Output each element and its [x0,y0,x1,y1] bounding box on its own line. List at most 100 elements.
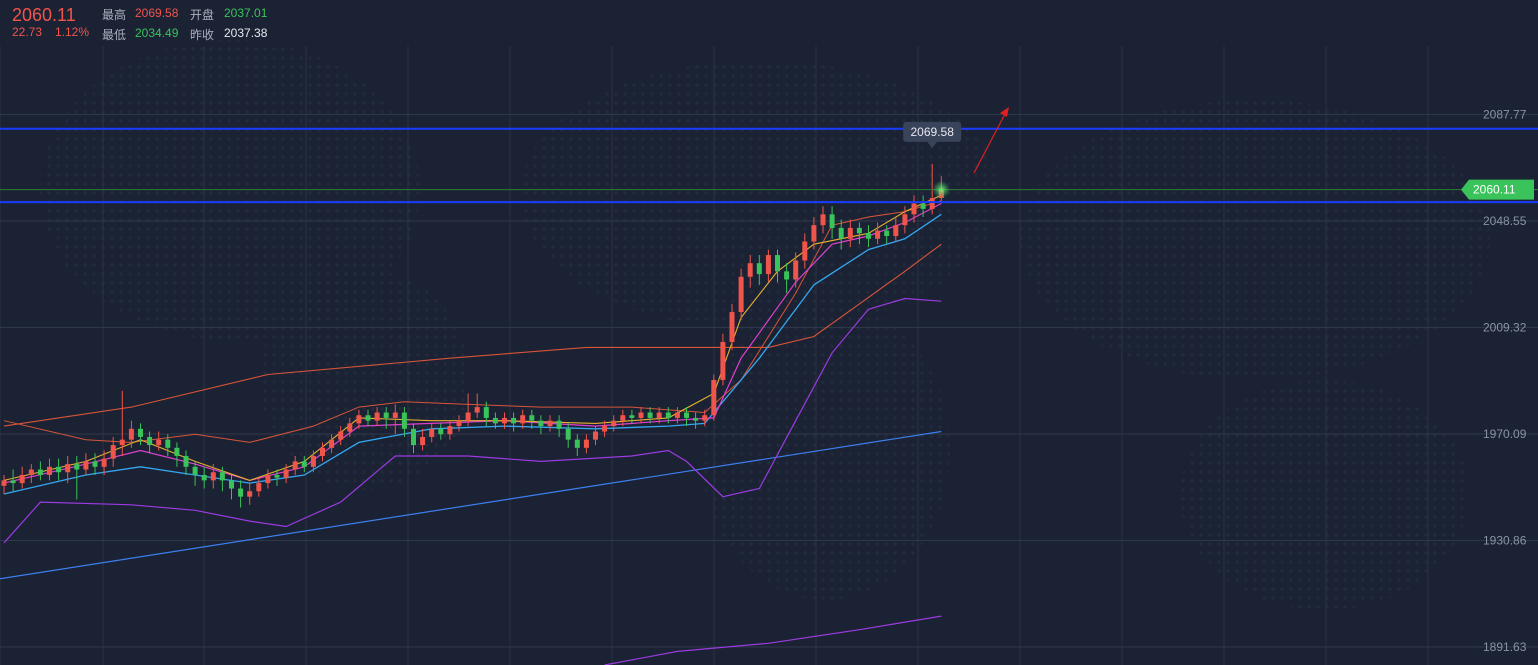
candle-body-88 [793,260,799,280]
high-label: 最高 [102,8,127,22]
candle-body-22 [192,466,198,475]
candle-body-67 [602,426,608,432]
candle-body-38 [338,431,344,440]
candle-body-92 [829,214,835,228]
candle-71 [638,407,644,424]
candle-3 [19,466,25,489]
candle-body-69 [620,415,626,421]
price-axis: 2087.77 2048.55 2009.32 1970.09 1930.86 1891.… [1461,107,1534,654]
map-region-5 [260,270,470,490]
candle-body-28 [247,491,253,497]
candle-29 [256,477,262,497]
candle-body-10 [83,461,89,470]
candle-body-42 [374,412,380,421]
candle-body-40 [356,415,362,424]
candle-body-78 [702,415,708,421]
candle-10 [83,453,89,475]
candle-65 [583,434,589,454]
candle-body-70 [629,415,635,418]
candle-body-75 [674,412,680,418]
price-change-pct: 1.12% [55,25,90,39]
candle-body-80 [720,341,726,380]
candle-body-79 [711,379,717,416]
candle-body-95 [856,227,862,234]
candle-body-94 [847,227,853,239]
candle-body-90 [811,225,817,242]
quote-header: 2060.11 22.73 1.12% 最高 2069.58 开盘 2037.0… [0,0,1538,46]
candle-body-30 [265,474,271,484]
candle-body-18 [156,439,162,446]
candle-70 [629,409,635,424]
candle-61 [547,415,553,432]
candle-body-99 [893,225,899,237]
candle-body-1 [1,480,7,486]
candle-body-27 [238,488,244,497]
candle-body-74 [665,412,671,418]
candle-30 [265,469,271,489]
candle-79 [711,374,717,421]
candle-body-57 [511,417,517,424]
candle-body-37 [329,439,335,448]
candle-body-2 [10,480,16,484]
candle-body-97 [875,230,881,239]
candle-body-55 [492,417,498,424]
candle-body-59 [529,415,535,421]
candle-body-86 [775,255,780,272]
candle-body-72 [647,412,653,418]
candle-body-87 [784,271,790,280]
candle-body-49 [438,428,444,435]
candle-body-7 [56,466,62,473]
candle-76 [684,407,689,427]
candle-body-36 [320,447,325,456]
candle-body-39 [347,423,353,432]
candle-body-44 [392,412,398,418]
candle-7 [56,458,62,481]
candle-body-9 [74,464,80,470]
candle-body-19 [165,439,171,448]
candle-body-96 [866,233,871,239]
candle-body-52 [465,412,471,421]
candle-body-8 [65,464,71,473]
low-label: 最低 [102,28,127,42]
candle-60 [538,415,544,435]
candle-26 [229,474,234,500]
candle-75 [674,407,680,424]
candle-body-41 [365,415,371,421]
candle-body-89 [802,241,808,261]
candle-body-71 [638,412,644,418]
candle-body-58 [520,415,526,424]
candle-59 [529,409,535,429]
candle-80 [720,333,726,386]
candlestick-chart[interactable]: 2087.77 2048.55 2009.32 1970.09 1930.86 1891.… [0,0,1538,665]
y-tick-3: 1970.09 [1483,427,1527,441]
map-region-3 [1020,100,1490,380]
candle-body-53 [474,407,480,413]
candle-body-26 [229,480,234,489]
candle-11 [92,453,98,475]
high-value: 2069.58 [135,6,179,20]
candle-body-14 [119,439,125,446]
candle-21 [183,450,189,475]
candle-body-16 [138,428,143,437]
candle-body-6 [47,466,52,475]
candle-body-82 [738,276,744,313]
candle-body-3 [19,474,25,484]
candle-body-63 [565,428,571,440]
candle-body-12 [101,458,107,467]
candle-body-4 [28,469,34,475]
candle-body-23 [201,474,207,481]
candle-64 [574,434,580,456]
candle-body-45 [401,412,407,429]
current-price-badge-label: 2060.11 [1473,183,1516,197]
map-region-1 [520,60,1000,330]
candle-5 [37,461,43,481]
candle-body-101 [911,203,917,215]
candle-27 [238,480,244,508]
candle-body-32 [283,469,289,478]
candle-body-34 [301,461,307,467]
candle-body-66 [593,431,598,440]
candle-body-83 [747,263,753,277]
trend-arrow-head [1000,107,1009,117]
candle-body-25 [219,472,225,481]
candle-body-64 [574,439,580,448]
